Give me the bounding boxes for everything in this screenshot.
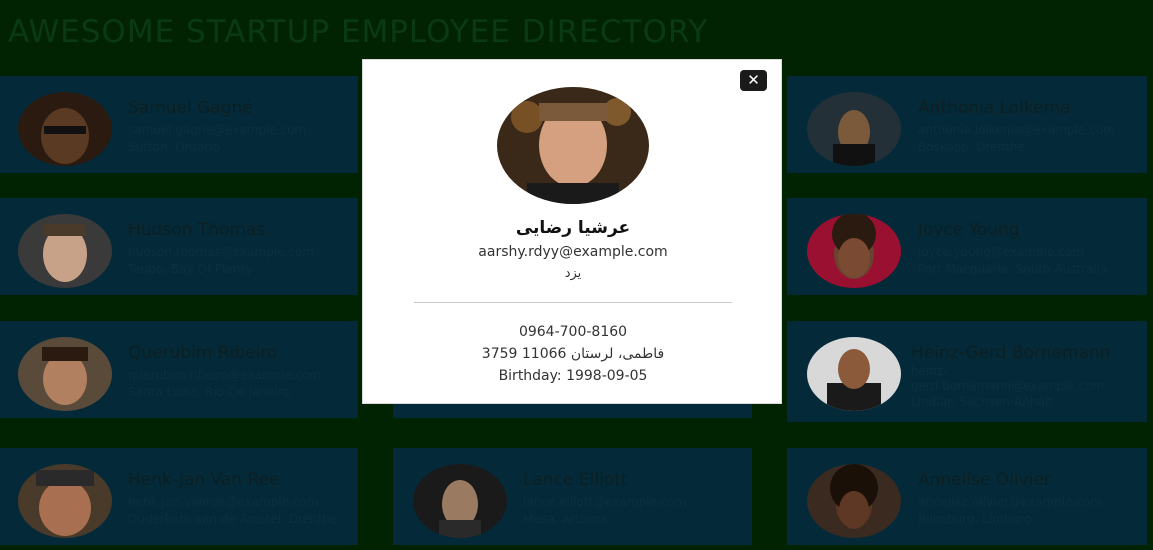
- modal-employee-birthday: Birthday: 1998-09-05: [498, 368, 648, 384]
- modal-employee-email: aarshy.rdyy@example.com: [478, 244, 668, 260]
- modal-employee-phone: 0964-700-8160: [518, 324, 628, 340]
- employee-modal: ✕ عرشیا رضایی aarshy.rdyy@example.com یز…: [362, 59, 782, 404]
- modal-employee-address: 3759 فاطمی، لرستان 11066: [481, 346, 665, 362]
- modal-avatar: [497, 87, 649, 204]
- modal-divider: [414, 302, 732, 303]
- modal-employee-name: عرشیا رضایی: [515, 218, 631, 238]
- modal-employee-city: یزد: [564, 266, 582, 281]
- close-button[interactable]: ✕: [740, 70, 767, 91]
